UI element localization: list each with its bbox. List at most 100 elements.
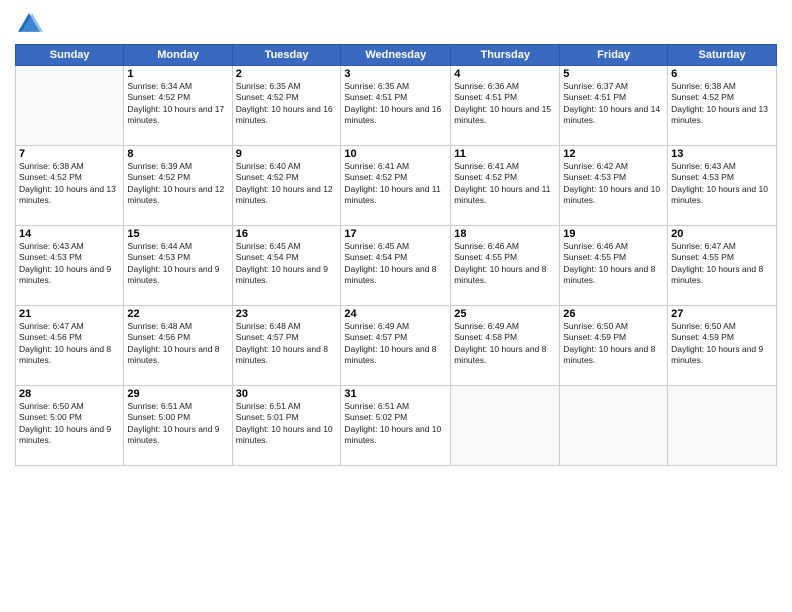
cell-info: Sunrise: 6:41 AMSunset: 4:52 PMDaylight:… xyxy=(344,161,447,207)
cell-info: Sunrise: 6:51 AMSunset: 5:02 PMDaylight:… xyxy=(344,401,447,447)
day-number: 30 xyxy=(236,388,338,400)
day-number: 24 xyxy=(344,308,447,320)
calendar-cell: 2 Sunrise: 6:35 AMSunset: 4:52 PMDayligh… xyxy=(232,66,341,146)
day-number: 1 xyxy=(127,68,228,80)
calendar-cell: 13 Sunrise: 6:43 AMSunset: 4:53 PMDaylig… xyxy=(668,146,777,226)
week-row-2: 7 Sunrise: 6:38 AMSunset: 4:52 PMDayligh… xyxy=(16,146,777,226)
day-number: 14 xyxy=(19,228,120,240)
cell-info: Sunrise: 6:39 AMSunset: 4:52 PMDaylight:… xyxy=(127,161,228,207)
calendar-cell: 4 Sunrise: 6:36 AMSunset: 4:51 PMDayligh… xyxy=(451,66,560,146)
calendar-cell: 14 Sunrise: 6:43 AMSunset: 4:53 PMDaylig… xyxy=(16,226,124,306)
day-header-monday: Monday xyxy=(124,45,232,66)
cell-info: Sunrise: 6:49 AMSunset: 4:57 PMDaylight:… xyxy=(344,321,447,367)
cell-info: Sunrise: 6:48 AMSunset: 4:57 PMDaylight:… xyxy=(236,321,338,367)
cell-info: Sunrise: 6:36 AMSunset: 4:51 PMDaylight:… xyxy=(454,81,556,127)
day-number: 26 xyxy=(563,308,664,320)
cell-info: Sunrise: 6:35 AMSunset: 4:52 PMDaylight:… xyxy=(236,81,338,127)
day-number: 22 xyxy=(127,308,228,320)
calendar-cell: 29 Sunrise: 6:51 AMSunset: 5:00 PMDaylig… xyxy=(124,386,232,466)
calendar-cell: 17 Sunrise: 6:45 AMSunset: 4:54 PMDaylig… xyxy=(341,226,451,306)
week-row-5: 28 Sunrise: 6:50 AMSunset: 5:00 PMDaylig… xyxy=(16,386,777,466)
day-header-tuesday: Tuesday xyxy=(232,45,341,66)
day-number: 31 xyxy=(344,388,447,400)
calendar-cell: 19 Sunrise: 6:46 AMSunset: 4:55 PMDaylig… xyxy=(560,226,668,306)
calendar-cell: 25 Sunrise: 6:49 AMSunset: 4:58 PMDaylig… xyxy=(451,306,560,386)
calendar-cell: 10 Sunrise: 6:41 AMSunset: 4:52 PMDaylig… xyxy=(341,146,451,226)
day-number: 2 xyxy=(236,68,338,80)
calendar-cell: 1 Sunrise: 6:34 AMSunset: 4:52 PMDayligh… xyxy=(124,66,232,146)
day-number: 3 xyxy=(344,68,447,80)
calendar-cell: 9 Sunrise: 6:40 AMSunset: 4:52 PMDayligh… xyxy=(232,146,341,226)
cell-info: Sunrise: 6:37 AMSunset: 4:51 PMDaylight:… xyxy=(563,81,664,127)
calendar-cell: 8 Sunrise: 6:39 AMSunset: 4:52 PMDayligh… xyxy=(124,146,232,226)
calendar-cell: 3 Sunrise: 6:35 AMSunset: 4:51 PMDayligh… xyxy=(341,66,451,146)
cell-info: Sunrise: 6:40 AMSunset: 4:52 PMDaylight:… xyxy=(236,161,338,207)
day-number: 5 xyxy=(563,68,664,80)
cell-info: Sunrise: 6:49 AMSunset: 4:58 PMDaylight:… xyxy=(454,321,556,367)
week-row-4: 21 Sunrise: 6:47 AMSunset: 4:56 PMDaylig… xyxy=(16,306,777,386)
calendar-cell: 23 Sunrise: 6:48 AMSunset: 4:57 PMDaylig… xyxy=(232,306,341,386)
cell-info: Sunrise: 6:46 AMSunset: 4:55 PMDaylight:… xyxy=(563,241,664,287)
day-header-sunday: Sunday xyxy=(16,45,124,66)
day-number: 11 xyxy=(454,148,556,160)
header xyxy=(15,10,777,38)
cell-info: Sunrise: 6:38 AMSunset: 4:52 PMDaylight:… xyxy=(671,81,773,127)
cell-info: Sunrise: 6:38 AMSunset: 4:52 PMDaylight:… xyxy=(19,161,120,207)
day-number: 13 xyxy=(671,148,773,160)
calendar-cell: 22 Sunrise: 6:48 AMSunset: 4:56 PMDaylig… xyxy=(124,306,232,386)
day-number: 18 xyxy=(454,228,556,240)
day-number: 25 xyxy=(454,308,556,320)
calendar-cell: 12 Sunrise: 6:42 AMSunset: 4:53 PMDaylig… xyxy=(560,146,668,226)
day-number: 10 xyxy=(344,148,447,160)
calendar-cell: 20 Sunrise: 6:47 AMSunset: 4:55 PMDaylig… xyxy=(668,226,777,306)
day-header-thursday: Thursday xyxy=(451,45,560,66)
cell-info: Sunrise: 6:42 AMSunset: 4:53 PMDaylight:… xyxy=(563,161,664,207)
day-number: 20 xyxy=(671,228,773,240)
day-number: 21 xyxy=(19,308,120,320)
calendar-cell: 31 Sunrise: 6:51 AMSunset: 5:02 PMDaylig… xyxy=(341,386,451,466)
header-row: SundayMondayTuesdayWednesdayThursdayFrid… xyxy=(16,45,777,66)
calendar-cell: 16 Sunrise: 6:45 AMSunset: 4:54 PMDaylig… xyxy=(232,226,341,306)
cell-info: Sunrise: 6:50 AMSunset: 4:59 PMDaylight:… xyxy=(671,321,773,367)
cell-info: Sunrise: 6:50 AMSunset: 5:00 PMDaylight:… xyxy=(19,401,120,447)
day-number: 8 xyxy=(127,148,228,160)
calendar-cell: 26 Sunrise: 6:50 AMSunset: 4:59 PMDaylig… xyxy=(560,306,668,386)
cell-info: Sunrise: 6:51 AMSunset: 5:01 PMDaylight:… xyxy=(236,401,338,447)
day-number: 19 xyxy=(563,228,664,240)
day-header-wednesday: Wednesday xyxy=(341,45,451,66)
logo-icon xyxy=(15,10,43,38)
cell-info: Sunrise: 6:50 AMSunset: 4:59 PMDaylight:… xyxy=(563,321,664,367)
calendar-cell: 21 Sunrise: 6:47 AMSunset: 4:56 PMDaylig… xyxy=(16,306,124,386)
cell-info: Sunrise: 6:47 AMSunset: 4:56 PMDaylight:… xyxy=(19,321,120,367)
day-number: 16 xyxy=(236,228,338,240)
cell-info: Sunrise: 6:34 AMSunset: 4:52 PMDaylight:… xyxy=(127,81,228,127)
calendar-table: SundayMondayTuesdayWednesdayThursdayFrid… xyxy=(15,44,777,466)
cell-info: Sunrise: 6:47 AMSunset: 4:55 PMDaylight:… xyxy=(671,241,773,287)
day-number: 9 xyxy=(236,148,338,160)
calendar-cell xyxy=(560,386,668,466)
calendar-cell xyxy=(451,386,560,466)
calendar-cell: 28 Sunrise: 6:50 AMSunset: 5:00 PMDaylig… xyxy=(16,386,124,466)
calendar-cell: 18 Sunrise: 6:46 AMSunset: 4:55 PMDaylig… xyxy=(451,226,560,306)
day-number: 27 xyxy=(671,308,773,320)
calendar-cell: 11 Sunrise: 6:41 AMSunset: 4:52 PMDaylig… xyxy=(451,146,560,226)
day-number: 12 xyxy=(563,148,664,160)
calendar-cell: 24 Sunrise: 6:49 AMSunset: 4:57 PMDaylig… xyxy=(341,306,451,386)
day-number: 15 xyxy=(127,228,228,240)
cell-info: Sunrise: 6:51 AMSunset: 5:00 PMDaylight:… xyxy=(127,401,228,447)
day-header-saturday: Saturday xyxy=(668,45,777,66)
cell-info: Sunrise: 6:43 AMSunset: 4:53 PMDaylight:… xyxy=(19,241,120,287)
cell-info: Sunrise: 6:45 AMSunset: 4:54 PMDaylight:… xyxy=(344,241,447,287)
cell-info: Sunrise: 6:46 AMSunset: 4:55 PMDaylight:… xyxy=(454,241,556,287)
week-row-1: 1 Sunrise: 6:34 AMSunset: 4:52 PMDayligh… xyxy=(16,66,777,146)
day-number: 29 xyxy=(127,388,228,400)
calendar-cell: 15 Sunrise: 6:44 AMSunset: 4:53 PMDaylig… xyxy=(124,226,232,306)
day-number: 4 xyxy=(454,68,556,80)
cell-info: Sunrise: 6:41 AMSunset: 4:52 PMDaylight:… xyxy=(454,161,556,207)
week-row-3: 14 Sunrise: 6:43 AMSunset: 4:53 PMDaylig… xyxy=(16,226,777,306)
cell-info: Sunrise: 6:45 AMSunset: 4:54 PMDaylight:… xyxy=(236,241,338,287)
day-number: 28 xyxy=(19,388,120,400)
cell-info: Sunrise: 6:44 AMSunset: 4:53 PMDaylight:… xyxy=(127,241,228,287)
calendar-cell: 6 Sunrise: 6:38 AMSunset: 4:52 PMDayligh… xyxy=(668,66,777,146)
day-number: 17 xyxy=(344,228,447,240)
